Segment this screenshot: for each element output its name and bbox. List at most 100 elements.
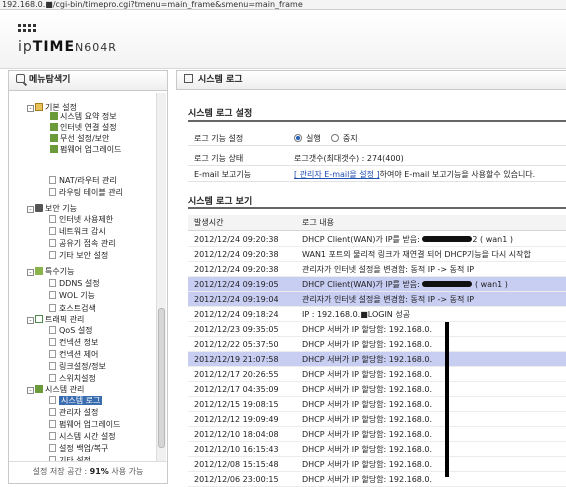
log-message-suffix: ( wan1 ) — [472, 280, 508, 289]
log-message: DHCP Client(WAN)가 IP를 받음: 2 ( wan1 ) — [302, 232, 513, 246]
collapse-toggle-icon[interactable]: - — [27, 269, 34, 276]
page-icon — [49, 239, 56, 247]
tree-label: 컨넥션 정보 — [59, 338, 99, 347]
log-message: 관리자가 인터넷 설정을 변경함: 동적 IP -> 동적 IP — [302, 262, 475, 276]
log-row: 2012/12/24 09:20:38 DHCP Client(WAN)가 IP를… — [188, 232, 566, 247]
log-time: 2012/12/17 04:35:09 — [194, 385, 279, 394]
log-message-text: DHCP 서버가 IP 할당함: 192.168.0. — [302, 415, 433, 424]
radio-run-label[interactable]: 실행 — [306, 134, 321, 143]
tree-item[interactable]: 네트워크 감시 — [49, 226, 106, 238]
tree-item[interactable]: DDNS 설정 — [49, 278, 100, 290]
tree-item[interactable]: 라우팅 테이블 관리 — [49, 187, 123, 199]
page-icon — [49, 304, 56, 312]
tree-item[interactable]: 설정 백업/복구 — [49, 443, 108, 455]
log-state-row: 로그 기능 상태 로그갯수(최대갯수) : 274(400) — [188, 151, 566, 166]
tree-label: DDNS 설정 — [59, 279, 100, 288]
tree-label: 스위치설정 — [59, 374, 96, 383]
settings-section-title: 시스템 로그 설정 — [188, 109, 253, 119]
page-icon — [49, 338, 56, 346]
star-icon — [35, 267, 43, 275]
log-row: 2012/12/17 04:35:09 DHCP 서버가 IP 할당함: 192.… — [188, 382, 566, 397]
tree-label: 컨넥션 제어 — [59, 350, 99, 359]
scrollbar-thumb[interactable] — [158, 308, 165, 448]
radio-stop[interactable] — [330, 134, 339, 142]
log-row: 2012/12/10 18:04:08 DHCP 서버가 IP 할당함: 192.… — [188, 427, 566, 442]
tree-label: QoS 설정 — [59, 326, 93, 335]
tree-label: 공유기 접속 관리 — [59, 239, 116, 248]
collapse-toggle-icon[interactable]: - — [27, 317, 34, 324]
log-row: 2012/12/24 09:19:04 관리자가 인터넷 설정을 변경함: 동적 … — [188, 292, 566, 307]
log-time: 2012/12/22 05:37:50 — [194, 340, 279, 349]
storage-suffix: 사용 가능 — [108, 467, 144, 476]
page-icon — [49, 291, 56, 299]
log-function-row: 로그 기능 설정 실행 중지 — [188, 131, 566, 146]
collapse-toggle-icon[interactable]: - — [27, 387, 34, 394]
tree-label: 시스템 로그 — [59, 396, 103, 405]
collapse-toggle-icon[interactable]: - — [27, 105, 34, 112]
radio-run[interactable] — [294, 134, 302, 142]
page-icon — [49, 350, 56, 358]
divider — [188, 207, 566, 209]
page-title: 시스템 로그 — [198, 75, 243, 85]
log-time: 2012/12/24 09:20:38 — [194, 265, 279, 274]
log-message: DHCP 서버가 IP 할당함: 192.168.0. — [302, 412, 433, 426]
tree-item[interactable]: 인터넷 사용제한 — [49, 214, 113, 226]
header: ipTIMEN604R — [0, 10, 566, 69]
chart-icon — [50, 123, 58, 131]
log-view-section-title: 시스템 로그 보기 — [188, 197, 253, 207]
tree-label: 펌웨어 업그레이드 — [60, 145, 122, 154]
log-message-text: 관리자가 인터넷 설정을 변경함: 동적 IP -> 동적 IP — [302, 265, 475, 274]
collapse-toggle-icon[interactable]: - — [27, 206, 34, 213]
folder-icon — [35, 103, 43, 111]
tree-label: 호스트검색 — [59, 304, 96, 313]
log-state-label: 로그 기능 상태 — [194, 154, 244, 163]
window-icon — [184, 74, 193, 83]
tree-group[interactable]: - 특수기능 — [27, 266, 74, 278]
log-table-header: 발생시간 로그 내용 — [188, 215, 566, 231]
log-message-text: DHCP 서버가 IP 할당함: 192.168.0. — [302, 430, 433, 439]
log-row: 2012/12/24 09:20:38 WAN1 포트의 물리적 링크가 재연결 … — [188, 247, 566, 262]
log-message-text: DHCP 서버가 IP 할당함: 192.168.0. — [302, 385, 433, 394]
redaction-bar — [445, 322, 449, 477]
storage-label: 설정 저장 공간 : — [32, 467, 90, 476]
storage-value: 91% — [89, 467, 109, 476]
tree-item[interactable]: NAT/라우터 관리 — [49, 175, 117, 187]
tree-label: 네트워크 감시 — [59, 227, 106, 236]
address-bar[interactable]: 192.168.0.■/cgi-bin/timepro.cgi?tmenu=ma… — [0, 0, 566, 10]
log-message: DHCP 서버가 IP 할당함: 192.168.0. — [302, 397, 432, 411]
log-time: 2012/12/23 09:35:05 — [194, 325, 279, 334]
tree-item[interactable]: 기타 보안 설정 — [49, 250, 108, 262]
redaction-mark — [422, 236, 473, 242]
tree-label: 무선 설정/보안 — [60, 134, 110, 143]
tree-item[interactable]: 관리자 설정 — [49, 407, 98, 419]
log-message: DHCP 서버가 IP 할당함: 192.168.0. — [302, 457, 432, 471]
log-message-text: DHCP 서버가 IP 할당함: 192.168.0. — [302, 475, 433, 484]
log-row: 2012/12/19 21:07:58 DHCP 서버가 IP 할당함: 192.… — [188, 352, 566, 367]
email-report-label: E-mail 보고기능 — [194, 170, 252, 179]
tree-item[interactable]: 펌웨어 업그레이드 — [49, 419, 120, 431]
radio-stop-label[interactable]: 중지 — [343, 134, 358, 143]
log-time: 2012/12/19 21:07:58 — [194, 355, 279, 364]
log-message-text: 관리자가 인터넷 설정을 변경함: 동적 IP -> 동적 IP — [302, 295, 475, 304]
divider — [188, 120, 566, 122]
log-function-label: 로그 기능 설정 — [194, 134, 244, 143]
tree-item[interactable]: WOL 기능 — [49, 290, 95, 302]
tree-item-selected[interactable]: 시스템 로그 — [49, 395, 103, 407]
log-message: 관리자가 인터넷 설정을 변경함: 동적 IP -> 동적 IP — [302, 292, 475, 306]
sidebar-scrollbar[interactable] — [156, 93, 166, 461]
log-time: 2012/12/10 18:04:08 — [194, 430, 279, 439]
tree-label: 특수기능 — [45, 267, 75, 276]
tree-item[interactable]: 공유기 접속 관리 — [49, 238, 116, 250]
tree-item[interactable]: 링크설정/정보 — [49, 361, 106, 373]
tree-item[interactable]: 펌웨어 업그레이드 — [49, 144, 121, 156]
lock-icon — [35, 204, 43, 212]
tree-label: 펌웨어 업그레이드 — [59, 420, 121, 429]
tree-item[interactable]: 컨넥션 제어 — [49, 349, 98, 361]
log-message-text: IP : 192.168.0.■LOGIN 성공 — [302, 310, 411, 319]
tree-item[interactable]: 컨넥션 정보 — [49, 337, 98, 349]
tree-item[interactable]: 시스템 시간 설정 — [49, 431, 116, 443]
admin-email-link[interactable]: [ 관리자 E-mail을 설정 ] — [294, 170, 380, 179]
tree-item[interactable]: QoS 설정 — [49, 325, 93, 337]
tree-label: 시스템 관리 — [45, 385, 85, 394]
log-message-text: DHCP 서버가 IP 할당함: 192.168.0. — [302, 445, 433, 454]
